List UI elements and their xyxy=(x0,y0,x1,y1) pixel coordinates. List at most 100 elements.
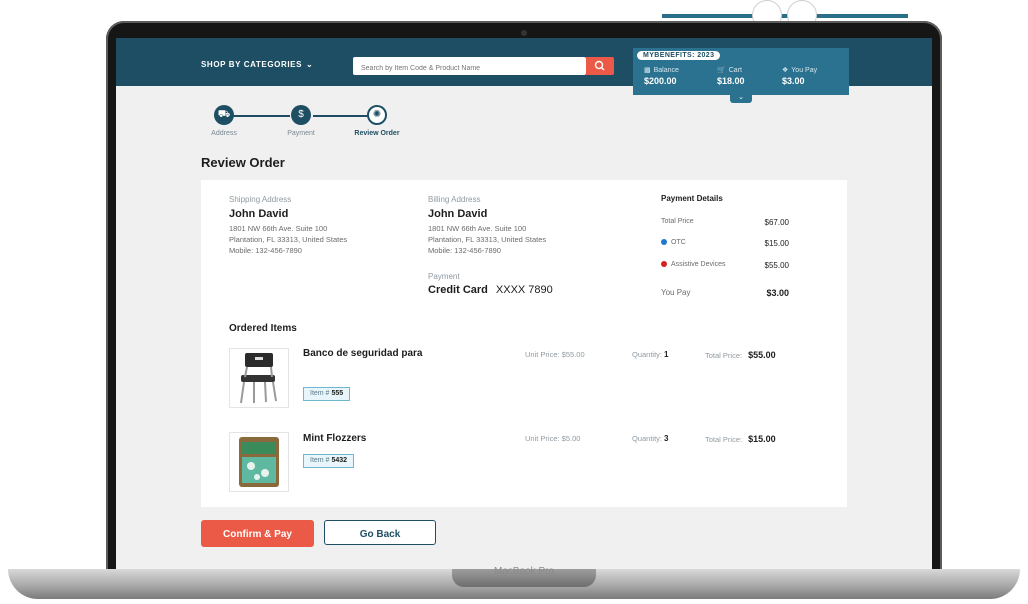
ordered-items-title: Ordered Items xyxy=(229,323,297,334)
quantity-label: Quantity: xyxy=(632,434,663,443)
item-number-value: 555 xyxy=(331,390,344,397)
quantity-value: 3 xyxy=(664,434,669,443)
payment-label: Payment xyxy=(428,272,460,281)
item-number-chip: Item #555 xyxy=(303,387,351,401)
product-image-shower-chair[interactable] xyxy=(229,348,289,408)
card-number: XXXX 7890 xyxy=(495,284,553,296)
confirm-and-pay-button[interactable]: Confirm & Pay xyxy=(201,520,314,547)
chevron-down-icon: ⌄ xyxy=(306,60,314,69)
item-number-value: 5432 xyxy=(331,457,348,464)
total-price: Total Price: $55.00 xyxy=(705,350,776,360)
review-icon: ✺ xyxy=(367,105,387,125)
payment-row-you-pay: You Pay $3.00 xyxy=(661,288,789,298)
search-input[interactable] xyxy=(353,59,594,78)
chevron-down-icon: ⌄ xyxy=(738,94,744,101)
go-back-button[interactable]: Go Back xyxy=(324,520,436,545)
step-label: Payment xyxy=(287,130,315,137)
page-title: Review Order xyxy=(201,155,285,170)
billing-line2: Plantation, FL 33313, United States xyxy=(428,235,547,244)
total-price-value: $15.00 xyxy=(748,434,776,444)
info-icon: ❖ xyxy=(782,67,789,74)
payment-row-assistive: Assistive Devices $55.00 xyxy=(661,261,789,270)
payment-row-label: Assistive Devices xyxy=(671,261,726,268)
payment-row-value: $67.00 xyxy=(764,218,789,227)
assistive-dot-icon xyxy=(661,261,667,268)
billing-address: 1801 NW 66th Ave. Suite 100 Plantation, … xyxy=(428,223,546,256)
payment-row-value: $3.00 xyxy=(766,288,789,298)
top-decor-bar xyxy=(662,14,908,18)
floss-package-icon xyxy=(239,437,279,487)
device-label: MacBook Pro xyxy=(493,566,555,577)
unit-price-value: $5.00 xyxy=(561,434,581,443)
quantity-label: Quantity: xyxy=(632,350,663,359)
quantity: Quantity: 1 xyxy=(632,350,668,359)
benefits-expand-toggle[interactable]: ⌄ xyxy=(730,94,752,103)
unit-price: Unit Price: $55.00 xyxy=(525,350,585,359)
step-address[interactable]: ⛟ Address xyxy=(204,105,244,137)
unit-price-label: Unit Price: xyxy=(525,434,560,443)
billing-address-label: Billing Address xyxy=(428,195,481,204)
payment-row-label: You Pay xyxy=(661,288,691,297)
shipping-address-label: Shipping Address xyxy=(229,195,292,204)
quantity-value: 1 xyxy=(664,350,669,359)
you-pay-label: You Pay xyxy=(791,67,818,74)
payment-row-label: Total Price xyxy=(661,218,694,225)
dollar-icon: $ xyxy=(291,105,311,125)
wallet-icon: ▩ xyxy=(644,67,651,74)
cart-value: $18.00 xyxy=(717,76,745,86)
shipping-line2: Plantation, FL 33313, United States xyxy=(229,235,348,244)
laptop-screen: SHOP BY CATEGORIES⌄ MYBENEFITS: 2023 ▩Ba… xyxy=(116,38,932,569)
shipping-address: 1801 NW 66th Ave. Suite 100 Plantation, … xyxy=(229,223,347,256)
you-pay-value: $3.00 xyxy=(782,76,805,86)
payment-method-name: Credit Card xyxy=(428,284,488,296)
quantity: Quantity: 3 xyxy=(632,434,668,443)
billing-name: John David xyxy=(428,208,488,220)
camera-dot xyxy=(521,30,527,36)
payment-row-value: $15.00 xyxy=(764,239,789,248)
payment-method: Credit Card XXXX 7890 xyxy=(428,284,553,296)
item-number-chip: Item #5432 xyxy=(303,454,355,468)
search-box xyxy=(353,57,594,78)
payment-row-label: OTC xyxy=(671,239,686,246)
shipping-name: John David xyxy=(229,208,289,220)
benefits-year-tag: MYBENEFITS: 2023 xyxy=(637,51,721,60)
payment-row-value: $55.00 xyxy=(764,261,789,270)
product-name: Mint Flozzers xyxy=(303,433,367,444)
benefits-panel: MYBENEFITS: 2023 ▩ Balance $200.00 🛒 Cart … xyxy=(633,48,849,95)
shop-by-categories-label: SHOP BY CATEGORIES xyxy=(201,60,303,69)
otc-dot-icon xyxy=(661,239,667,246)
shipping-line1: 1801 NW 66th Ave. Suite 100 xyxy=(229,224,328,233)
search-button[interactable] xyxy=(586,57,614,75)
total-price-label: Total Price: xyxy=(705,435,743,444)
review-card: Shipping Address John David 1801 NW 66th… xyxy=(201,180,847,507)
item-number-label: Item # xyxy=(310,457,330,464)
site-header: SHOP BY CATEGORIES⌄ MYBENEFITS: 2023 ▩Ba… xyxy=(116,38,932,103)
unit-price: Unit Price: $5.00 xyxy=(525,434,580,443)
total-price-label: Total Price: xyxy=(705,351,743,360)
cart-block[interactable]: 🛒 Cart $18.00 xyxy=(717,66,745,86)
product-image-mint-flozzers[interactable] xyxy=(229,432,289,492)
step-label: Review Order xyxy=(354,130,400,137)
billing-mobile: Mobile: 132-456-7890 xyxy=(428,246,501,255)
shipping-mobile: Mobile: 132-456-7890 xyxy=(229,246,302,255)
unit-price-label: Unit Price: xyxy=(525,350,560,359)
cart-icon: 🛒 xyxy=(717,67,726,74)
item-number-label: Item # xyxy=(310,390,330,397)
step-payment[interactable]: $ Payment xyxy=(280,105,322,137)
payment-details-title: Payment Details xyxy=(661,194,723,203)
total-price-value: $55.00 xyxy=(748,350,776,360)
balance-block: ▩ Balance $200.00 xyxy=(644,66,679,86)
you-pay-block: ❖ You Pay $3.00 xyxy=(782,66,817,86)
total-price: Total Price: $15.00 xyxy=(705,434,776,444)
shower-chair-icon xyxy=(240,353,277,404)
payment-row-otc: OTC $15.00 xyxy=(661,239,789,248)
truck-icon: ⛟ xyxy=(214,105,234,125)
search-icon xyxy=(594,60,605,71)
shop-by-categories-menu[interactable]: SHOP BY CATEGORIES ⌄ xyxy=(201,60,313,69)
step-label: Address xyxy=(211,130,237,137)
cart-label: Cart xyxy=(728,67,742,74)
billing-line1: 1801 NW 66th Ave. Suite 100 xyxy=(428,224,527,233)
payment-row-total: Total Price $67.00 xyxy=(661,218,789,227)
step-review-order[interactable]: ✺ Review Order xyxy=(350,105,404,137)
unit-price-value: $55.00 xyxy=(561,350,585,359)
